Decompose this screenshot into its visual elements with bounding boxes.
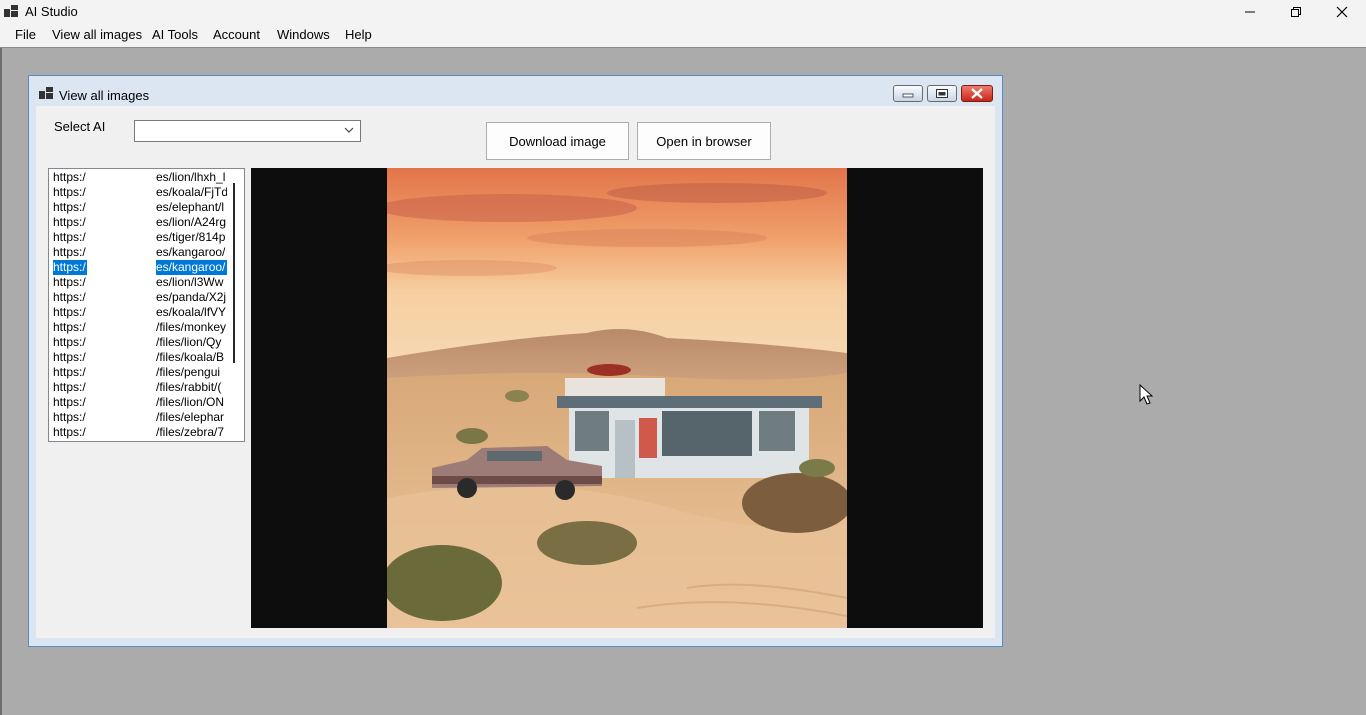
url-path: es/kangaroo/ [156,260,227,275]
select-ai-combobox[interactable] [134,120,361,142]
url-path: es/lion/A24rg [156,215,227,229]
list-item[interactable]: https:/ es/koala/FjTd [51,185,229,200]
close-button[interactable] [1319,0,1365,24]
url-path: /files/zebra/7 [156,425,225,439]
menu-bar: File View all images AI Tools Account Wi… [0,24,1366,48]
url-path: /files/koala/B [156,350,225,364]
maximize-icon [936,89,948,98]
menu-view-all-images[interactable]: View all images [52,27,142,42]
list-item[interactable]: https:/ /files/lion/ON [51,395,229,410]
restore-icon [1291,7,1301,17]
view-all-images-window: View all images Select AI Download image… [28,75,1003,647]
list-item[interactable]: https:/ /files/lion/Qy [51,335,229,350]
url-prefix: https:/ [53,170,86,184]
list-item[interactable]: https:/ /files/elephar [51,410,229,425]
url-prefix: https:/ [53,215,86,229]
list-item[interactable]: https:/ es/kangaroo/ [51,245,229,260]
url-prefix: https:/ [53,395,86,409]
menu-file[interactable]: File [15,27,36,42]
url-prefix: https:/ [53,365,86,379]
image-url-listbox[interactable]: https:/ es/lion/lhxh_l https:/ es/koala/FjT… [48,168,245,442]
minimize-icon [902,93,914,98]
download-image-button[interactable]: Download image [486,122,629,160]
menu-account[interactable]: Account [213,27,260,42]
preview-image [387,168,847,628]
url-path: /files/rabbit/( [156,380,222,394]
url-prefix: https:/ [53,350,86,364]
menu-help[interactable]: Help [345,27,372,42]
child-minimize-button[interactable] [893,85,923,102]
list-item[interactable]: https:/ /files/zebra/7 [51,425,229,440]
list-item[interactable]: https:/ /files/monkey [51,320,229,335]
url-prefix: https:/ [53,335,86,349]
url-path: es/koala/lfVY [156,305,227,319]
url-path: es/tiger/814p [156,230,226,244]
mouse-cursor-icon [1139,384,1154,405]
url-path: es/lion/l3Ww [156,275,224,289]
list-item[interactable]: https:/ es/lion/A24rg [51,215,229,230]
minimize-icon [1245,11,1255,13]
url-prefix: https:/ [53,380,86,394]
close-icon [971,88,983,99]
url-path: /files/monkey [156,320,227,334]
list-item[interactable]: https:/ /files/pengui [51,365,229,380]
list-item[interactable]: https:/ es/panda/X2j [51,290,229,305]
window-client-area: Select AI Download image Open in browser… [36,106,995,638]
listbox-scrollbar[interactable] [233,183,235,363]
list-item[interactable]: https:/ es/elephant/l [51,200,229,215]
window-title: View all images [59,88,150,103]
url-prefix: https:/ [53,275,86,289]
url-prefix: https:/ [53,425,86,439]
url-prefix: https:/ [53,260,87,275]
url-prefix: https:/ [53,200,86,214]
url-path: /files/lion/ON [156,395,225,409]
image-preview-panel [251,168,983,628]
url-prefix: https:/ [53,410,86,424]
list-item[interactable]: https:/ es/lion/lhxh_l [51,170,229,185]
list-item[interactable]: https:/ es/tiger/814p [51,230,229,245]
app-icon [4,5,18,17]
list-item[interactable]: https:/ es/kangaroo/ [51,260,229,275]
url-path: es/lion/lhxh_l [156,170,226,184]
url-prefix: https:/ [53,305,86,319]
url-path: /files/lion/Qy [156,335,222,349]
close-icon [1336,6,1348,18]
select-ai-label: Select AI [54,119,106,134]
url-path: es/kangaroo/ [156,245,226,259]
url-prefix: https:/ [53,320,86,334]
list-item[interactable]: https:/ es/lion/l3Ww [51,275,229,290]
list-item[interactable]: https:/ /files/rabbit/( [51,380,229,395]
chevron-down-icon [344,127,354,133]
open-in-browser-button[interactable]: Open in browser [637,122,771,160]
app-title: AI Studio [25,4,78,19]
menu-windows[interactable]: Windows [277,27,330,42]
child-maximize-button[interactable] [927,85,957,102]
maximize-button[interactable] [1273,0,1319,24]
menu-ai-tools[interactable]: AI Tools [152,27,198,42]
list-item[interactable]: https:/ /files/koala/B [51,350,229,365]
list-item[interactable]: https:/ es/koala/lfVY [51,305,229,320]
minimize-button[interactable] [1227,0,1273,24]
url-prefix: https:/ [53,245,86,259]
url-prefix: https:/ [53,290,86,304]
url-prefix: https:/ [53,230,86,244]
app-titlebar: AI Studio [0,0,1366,24]
url-path: es/koala/FjTd [156,185,227,199]
child-close-button[interactable] [961,85,993,102]
url-path: /files/elephar [156,410,225,424]
url-path: es/elephant/l [156,200,225,214]
url-path: es/panda/X2j [156,290,227,304]
window-icon [39,87,53,99]
url-path: /files/pengui [156,365,221,379]
url-prefix: https:/ [53,185,86,199]
